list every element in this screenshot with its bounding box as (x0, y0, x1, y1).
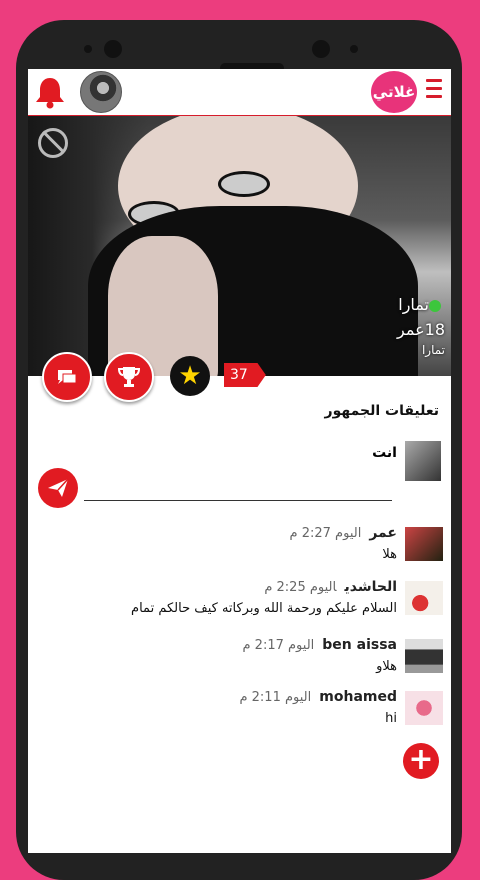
hamburger-icon[interactable] (426, 79, 442, 103)
online-status-icon (429, 299, 441, 312)
star-icon[interactable]: ★ (170, 356, 210, 396)
commenter-name[interactable]: mohamed (319, 689, 397, 705)
comment-input[interactable] (84, 500, 392, 501)
comment-text: السلام عليكم ورحمة الله وبركاته كيف حالك… (131, 601, 397, 616)
sensor-dot-2 (350, 45, 358, 53)
block-icon[interactable] (38, 128, 68, 158)
profile-username: تمارا (421, 343, 445, 357)
plus-icon: + (408, 742, 434, 777)
send-icon (48, 478, 69, 497)
app-screen: غلاتي تمارا 18عمر تمارا ★ 37 تعليقات الج (28, 69, 451, 853)
front-camera (104, 40, 122, 58)
chat-icon (58, 370, 77, 384)
comment-time: اليوم 2:17 م (242, 638, 315, 653)
commenter-name[interactable]: الحاشدي (344, 579, 397, 595)
top-bar: غلاتي (28, 69, 451, 117)
commenter-avatar[interactable] (405, 527, 443, 561)
profile-name: تمارا (398, 295, 429, 314)
comment-text: هلاو (376, 659, 397, 674)
sensor-dot (84, 45, 92, 53)
user-avatar[interactable] (80, 71, 122, 113)
trophy-icon (117, 367, 141, 387)
chat-button[interactable] (42, 352, 92, 402)
comment-item: ben aissa اليوم 2:17 م هلاو (43, 637, 443, 681)
front-camera-2 (312, 40, 330, 58)
eye-left (218, 171, 270, 197)
comment-item: عمر اليوم 2:27 م هلا (43, 525, 443, 569)
commenter-avatar[interactable] (405, 581, 443, 615)
profile-info: تمارا 18عمر تمارا (397, 295, 445, 357)
profile-photo: تمارا 18عمر تمارا (28, 116, 451, 376)
trophy-button[interactable] (104, 352, 154, 402)
send-button[interactable] (38, 468, 78, 508)
comment-item: الحاشدي اليوم 2:25 م السلام عليكم ورحمة ا… (43, 579, 443, 623)
comment-text: hi (385, 711, 397, 726)
comment-time: اليوم 2:11 م (239, 690, 312, 705)
my-avatar (405, 441, 441, 481)
comment-time: اليوم 2:25 م (264, 580, 337, 595)
me-label: انت (372, 445, 397, 461)
commenter-name[interactable]: عمر (369, 525, 397, 541)
count-badge: 37 (224, 363, 266, 387)
add-button[interactable]: + (403, 743, 439, 779)
comment-time: اليوم 2:27 م (289, 526, 362, 541)
commenter-name[interactable]: ben aissa (322, 637, 397, 653)
commenter-avatar[interactable] (405, 691, 443, 725)
bell-icon[interactable] (34, 75, 66, 109)
comment-item: mohamed اليوم 2:11 م hi (43, 689, 443, 733)
comment-text: هلا (382, 547, 397, 562)
commenter-avatar[interactable] (405, 639, 443, 673)
profile-age: 18عمر (397, 320, 445, 339)
app-logo: غلاتي (371, 71, 417, 113)
comments-title: تعليقات الجمهور (324, 403, 439, 419)
